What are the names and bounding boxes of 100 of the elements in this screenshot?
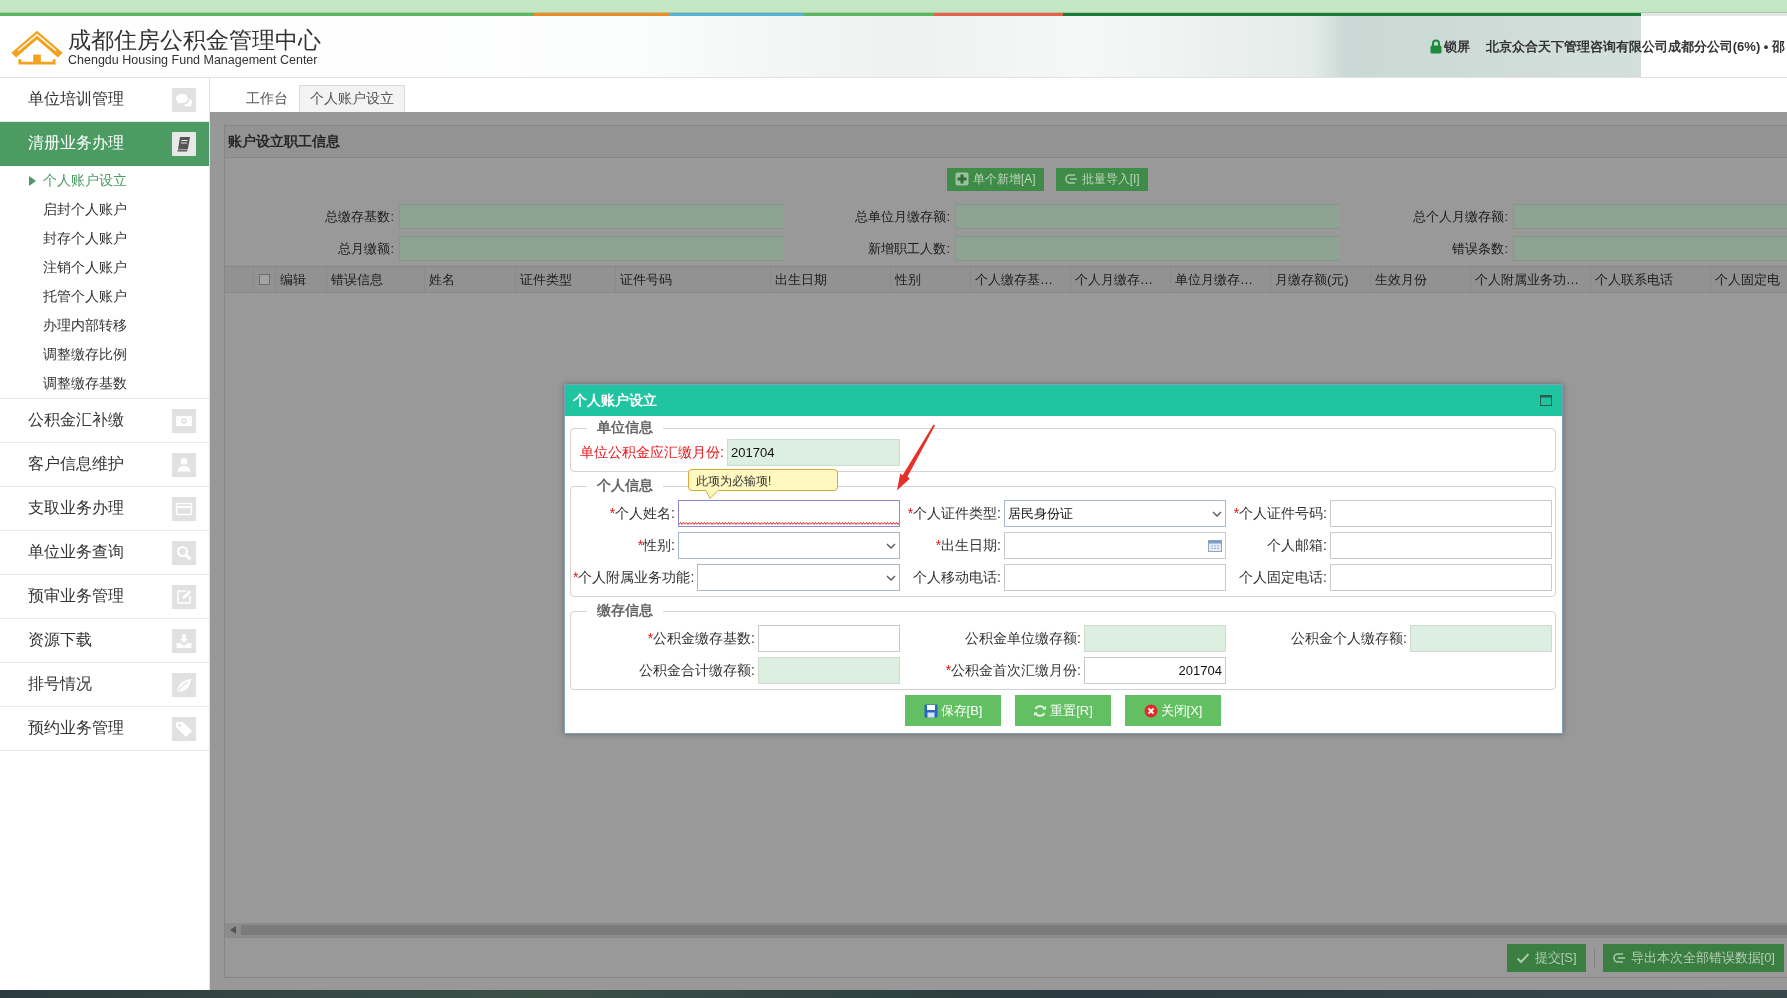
field-label: *性别: (637, 536, 675, 555)
site-title: 成都住房公积金管理中心 (68, 26, 321, 53)
text-field[interactable] (1330, 564, 1552, 591)
column-header: 姓名 (424, 267, 515, 292)
summary-label: 总个人月缴存额: (1412, 207, 1508, 226)
tab[interactable]: 个人账户设立 (299, 85, 405, 112)
column-header: 错误信息 (326, 267, 424, 292)
submenu-item[interactable]: 个人账户设立 (0, 166, 209, 195)
submenu-item[interactable]: 启封个人账户 (0, 195, 209, 224)
summary-label: 总单位月缴存额: (854, 207, 950, 226)
date-field[interactable] (1004, 532, 1226, 559)
text-field[interactable] (758, 625, 900, 652)
field-label: 公积金合计缴存额: (639, 661, 755, 680)
download-icon (172, 628, 196, 653)
chevron-down-icon (1212, 510, 1222, 517)
lock-screen-link[interactable]: 锁屏 (1429, 37, 1470, 56)
select-all-checkbox[interactable] (259, 274, 270, 285)
field-label: 个人固定电话: (1239, 568, 1327, 587)
sidebar-item[interactable]: 排号情况 (0, 663, 209, 707)
book-icon (172, 131, 196, 156)
field-label: 个人移动电话: (913, 568, 1001, 587)
column-header: 性别 (890, 267, 970, 292)
error-tooltip: 此项为必输项! (688, 469, 838, 499)
column-header: 个人缴存基… (970, 267, 1070, 292)
submenu-item[interactable]: 调整缴存比例 (0, 340, 209, 369)
plus-icon (955, 172, 969, 186)
sidebar-item[interactable]: 预审业务管理 (0, 575, 209, 619)
text-field[interactable] (1330, 500, 1552, 527)
submenu-item[interactable]: 调整缴存基数 (0, 369, 209, 398)
column-header: 单位月缴存… (1170, 267, 1270, 292)
summary-label: 错误条数: (1451, 239, 1508, 258)
column-header: 个人附属业务功… (1470, 267, 1590, 292)
field-label: *公积金缴存基数: (647, 629, 755, 648)
refresh-icon (1033, 703, 1048, 718)
banknote-icon (172, 408, 196, 433)
search-icon (172, 540, 196, 565)
summary-label: 新增职工人数: (867, 239, 950, 258)
person-icon (172, 452, 196, 477)
submenu-item[interactable]: 封存个人账户 (0, 224, 209, 253)
text-field[interactable] (1004, 564, 1226, 591)
column-header: 个人联系电话 (1590, 267, 1710, 292)
column-header: 生效月份 (1370, 267, 1470, 292)
dropdown-field[interactable] (678, 532, 900, 559)
summary-label: 总月缴额: (337, 239, 394, 258)
field-label: *个人姓名: (609, 504, 675, 523)
sidebar-item[interactable]: 单位业务查询 (0, 531, 209, 575)
text-field[interactable] (678, 500, 900, 527)
sidebar-item[interactable]: 客户信息维护 (0, 443, 209, 487)
chevron-down-icon (886, 542, 896, 549)
dropdown-field[interactable] (697, 564, 900, 591)
text-field[interactable]: 201704 (727, 439, 900, 466)
field-label: *出生日期: (935, 536, 1001, 555)
field-label: 个人邮箱: (1267, 536, 1327, 555)
column-header: 编辑 (275, 267, 326, 292)
export-icon (1611, 950, 1626, 965)
sidebar-item[interactable]: 支取业务办理 (0, 487, 209, 531)
sidebar-item[interactable]: 资源下载 (0, 619, 209, 663)
dropdown-field[interactable]: 居民身份证 (1004, 500, 1226, 527)
column-header: 个人固定电 (1710, 267, 1787, 292)
tab[interactable]: 工作台 (235, 85, 299, 112)
text-field[interactable]: 201704 (1084, 657, 1226, 684)
section-legend: 缴存信息 (587, 602, 663, 620)
padlock-icon (1429, 39, 1442, 54)
import-icon (1063, 172, 1078, 186)
caret-icon (29, 176, 36, 186)
field-label: 公积金单位缴存额: (965, 629, 1081, 648)
site-subtitle: Chengdu Housing Fund Management Center (68, 52, 319, 67)
sidebar-item[interactable]: 公积金汇补缴 (0, 399, 209, 443)
calendar-icon (1208, 539, 1222, 552)
section-legend: 单位信息 (587, 419, 663, 437)
text-field[interactable] (1330, 532, 1552, 559)
column-header: 证件号码 (615, 267, 770, 292)
section-legend: 个人信息 (587, 477, 663, 495)
card-icon (172, 496, 196, 521)
column-header: 个人月缴存… (1070, 267, 1170, 292)
submenu-item[interactable]: 注销个人账户 (0, 253, 209, 282)
leaf-icon (172, 672, 196, 697)
tag-icon (172, 716, 196, 741)
field-label: *公积金首次汇缴月份: (945, 661, 1081, 680)
column-header: 月缴存额(元) (1270, 267, 1370, 292)
field-label: 单位公积金应汇缴月份: (580, 443, 724, 462)
dialog-title: 个人账户设立 (573, 391, 657, 410)
horizontal-scrollbar[interactable] (225, 923, 1787, 937)
field-label: *个人附属业务功能: (573, 568, 695, 587)
summary-label: 总缴存基数: (324, 207, 394, 226)
close-icon (1143, 703, 1158, 718)
maximize-icon[interactable] (1540, 395, 1552, 406)
chat-bubbles-icon (172, 87, 196, 112)
column-header: 出生日期 (770, 267, 890, 292)
user-info: 北京众合天下管理咨询有限公司成都分公司(6%) • 邵 (1485, 37, 1785, 56)
submenu-item[interactable]: 托管个人账户 (0, 282, 209, 311)
panel-title: 账户设立职工信息 (225, 126, 1787, 158)
field-label: *个人证件号码: (1233, 504, 1327, 523)
field-label: 公积金个人缴存额: (1291, 629, 1407, 648)
sidebar-item[interactable]: 预约业务管理 (0, 707, 209, 751)
edit-icon (172, 584, 196, 609)
chevron-down-icon (886, 574, 896, 581)
left-arrow-icon[interactable] (230, 926, 236, 934)
field-label: *个人证件类型: (907, 504, 1001, 523)
submenu-item[interactable]: 办理内部转移 (0, 311, 209, 340)
